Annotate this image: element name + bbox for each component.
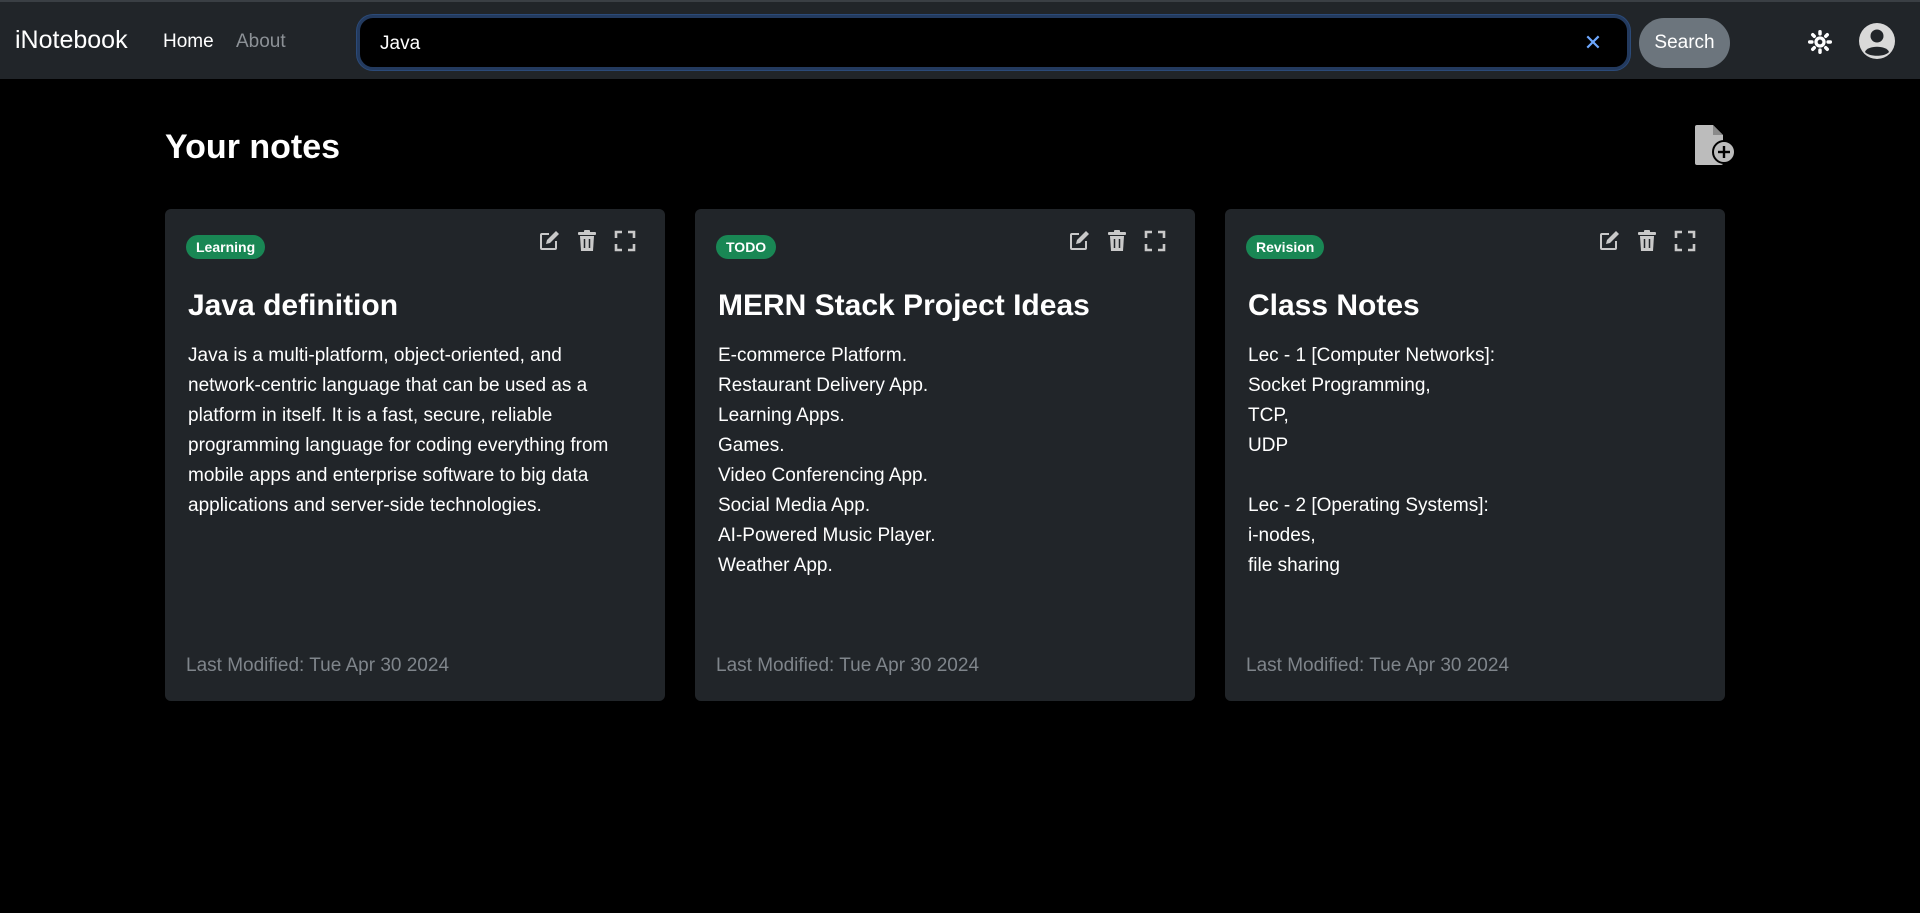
theme-toggle-icon[interactable]	[1807, 29, 1833, 55]
note-title: Class Notes	[1248, 289, 1420, 322]
search-box: ✕	[357, 15, 1630, 70]
expand-icon[interactable]	[1673, 229, 1697, 253]
note-line: network-centric language that can be use…	[188, 375, 588, 396]
note-line: i-nodes,	[1248, 525, 1316, 546]
note-title: MERN Stack Project Ideas	[718, 289, 1090, 322]
note-line: Weather App.	[718, 555, 833, 576]
brand-logo[interactable]: iNotebook	[15, 26, 128, 55]
note-tag-badge: Revision	[1246, 235, 1325, 259]
note-actions	[1067, 229, 1167, 253]
note-description: Java is a multi-platform, object-oriente…	[188, 341, 648, 521]
note-line: mobile apps and enterprise software to b…	[188, 465, 589, 486]
navbar: iNotebook Home About ✕ Search	[0, 0, 1920, 79]
edit-icon[interactable]	[537, 229, 561, 253]
note-line: AI-Powered Music Player.	[718, 525, 936, 546]
expand-icon[interactable]	[613, 229, 637, 253]
edit-icon[interactable]	[1597, 229, 1621, 253]
note-line: Socket Programming,	[1248, 375, 1431, 396]
note-line: Social Media App.	[718, 495, 871, 516]
note-line: Games.	[718, 435, 785, 456]
last-modified: Last Modified: Tue Apr 30 2024	[1246, 655, 1510, 676]
note-line: TCP,	[1248, 405, 1289, 426]
user-avatar-icon[interactable]	[1858, 22, 1896, 60]
delete-icon[interactable]	[1105, 229, 1129, 253]
note-line: platform in itself. It is a fast, secure…	[188, 405, 553, 426]
note-line: Video Conferencing App.	[718, 465, 928, 486]
note-line: Lec - 1 [Computer Networks]:	[1248, 345, 1496, 366]
note-line: applications and server-side technologie…	[188, 495, 542, 516]
note-line: programming language for coding everythi…	[188, 435, 609, 456]
note-card: TODO MERN Stack Project Ideas E-commerce…	[695, 209, 1195, 701]
add-note-icon[interactable]	[1693, 124, 1737, 166]
note-card: Revision Class Notes Lec - 1 [Computer N…	[1225, 209, 1725, 701]
last-modified: Last Modified: Tue Apr 30 2024	[186, 655, 450, 676]
page-title: Your notes	[165, 128, 341, 166]
note-line: Restaurant Delivery App.	[718, 375, 929, 396]
edit-icon[interactable]	[1067, 229, 1091, 253]
clear-search-icon[interactable]: ✕	[1581, 30, 1605, 56]
note-line: Lec - 2 [Operating Systems]:	[1248, 495, 1489, 516]
last-modified: Last Modified: Tue Apr 30 2024	[716, 655, 980, 676]
note-line: UDP	[1248, 435, 1289, 456]
nav-link-home[interactable]: Home	[163, 31, 214, 53]
expand-icon[interactable]	[1143, 229, 1167, 253]
note-line: Learning Apps.	[718, 405, 845, 426]
note-card: Learning Java definition Java is a multi…	[165, 209, 665, 701]
search-button[interactable]: Search	[1639, 18, 1730, 68]
delete-icon[interactable]	[1635, 229, 1659, 253]
search-input[interactable]	[380, 29, 1560, 59]
note-line	[1248, 461, 1708, 491]
note-title: Java definition	[188, 289, 399, 322]
nav-link-about[interactable]: About	[236, 31, 286, 53]
delete-icon[interactable]	[575, 229, 599, 253]
note-actions	[537, 229, 637, 253]
note-description: Lec - 1 [Computer Networks]: Socket Prog…	[1248, 341, 1708, 581]
note-tag-badge: Learning	[186, 235, 266, 259]
note-tag-badge: TODO	[716, 235, 777, 259]
note-line: Java is a multi-platform, object-oriente…	[188, 345, 562, 366]
note-actions	[1597, 229, 1697, 253]
note-line: file sharing	[1248, 555, 1340, 576]
note-line: E-commerce Platform.	[718, 345, 907, 366]
note-description: E-commerce Platform. Restaurant Delivery…	[718, 341, 1178, 581]
